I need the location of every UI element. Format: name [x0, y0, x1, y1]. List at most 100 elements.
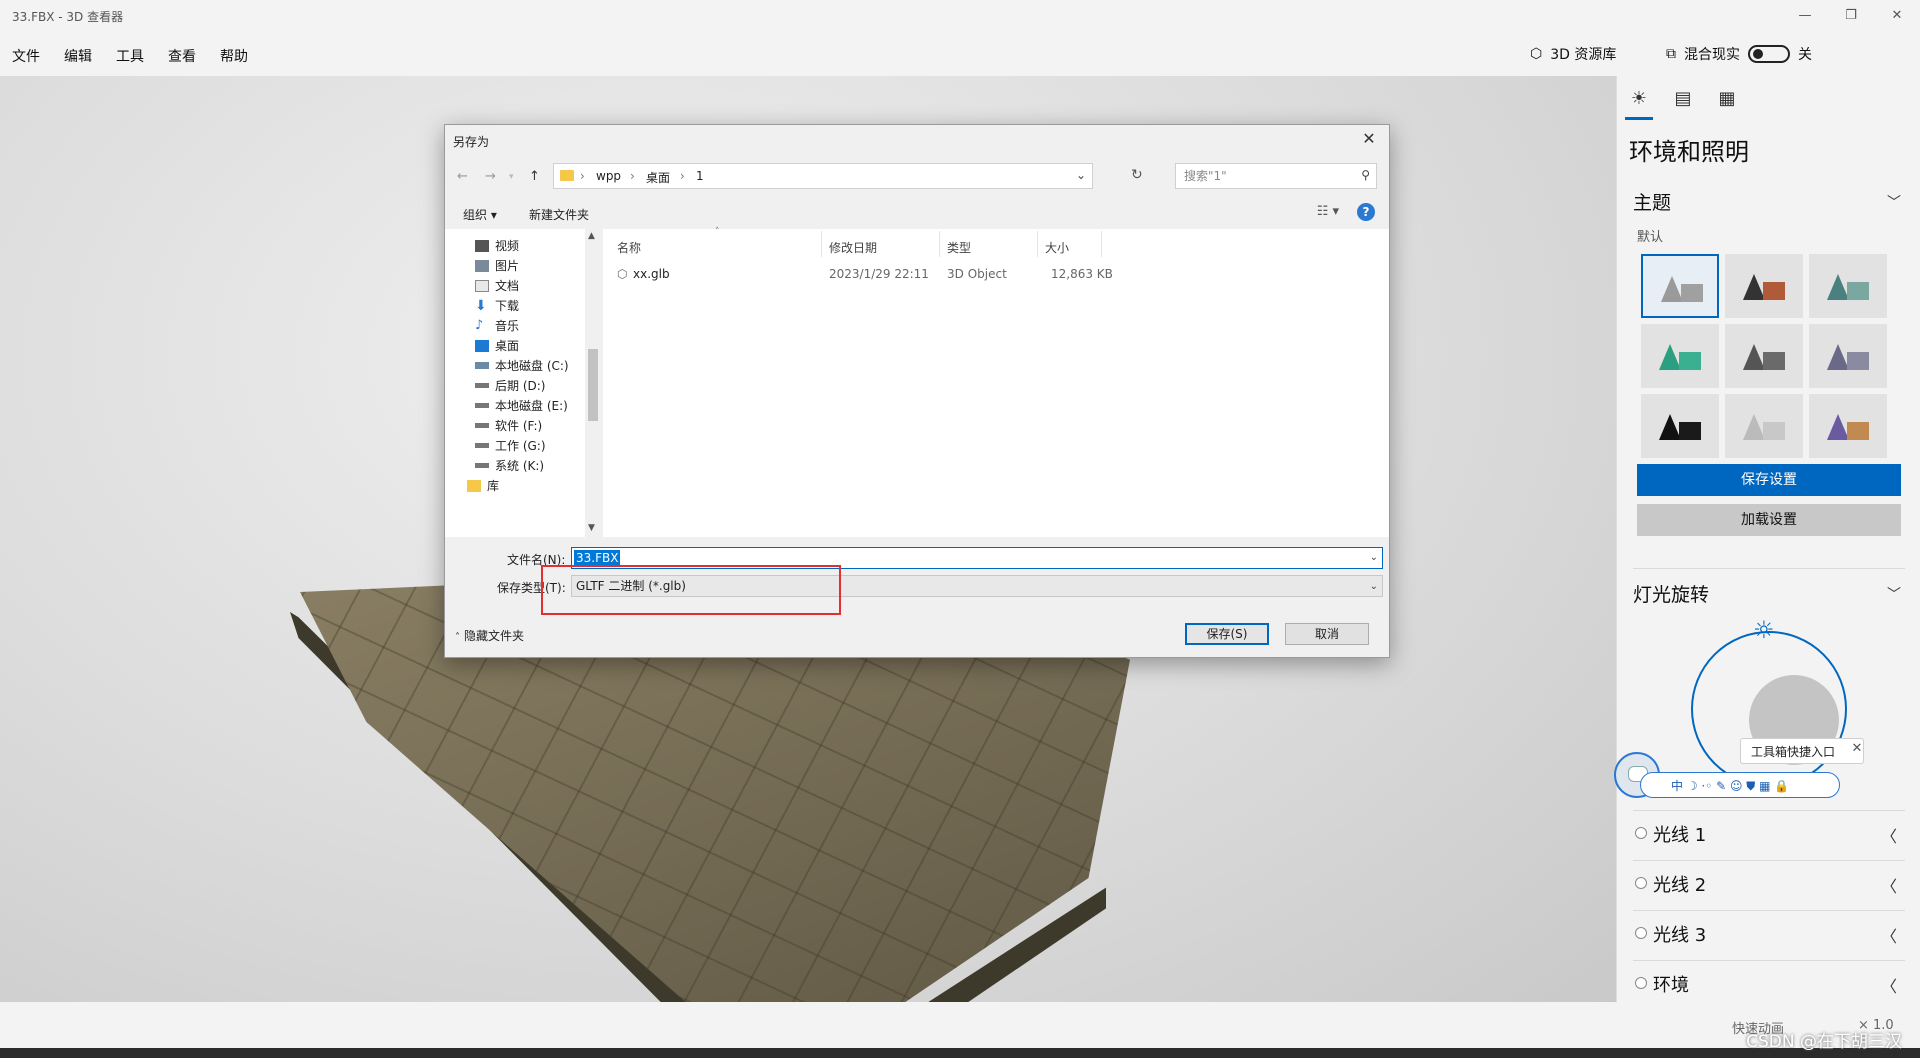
column-date[interactable]: 修改日期 — [829, 239, 877, 256]
theme-tile[interactable] — [1809, 324, 1887, 388]
nav-item-documents[interactable]: 文档 — [475, 277, 519, 294]
load-settings-button[interactable]: 加载设置 — [1637, 504, 1901, 536]
chevron-down-icon[interactable]: ﹀ — [1887, 192, 1901, 212]
theme-tile[interactable] — [1725, 394, 1803, 458]
menu-help[interactable]: 帮助 — [220, 46, 248, 66]
restore-button[interactable]: ❐ — [1828, 4, 1874, 28]
theme-tile[interactable] — [1641, 254, 1719, 318]
close-window-button[interactable]: ✕ — [1874, 4, 1920, 28]
save-button[interactable]: 保存(S) — [1185, 623, 1269, 645]
nav-item-drive-d[interactable]: 后期 (D:) — [475, 377, 545, 394]
scroll-thumb[interactable] — [588, 349, 598, 421]
cancel-button[interactable]: 取消 — [1285, 623, 1369, 645]
help-icon[interactable]: ? — [1357, 203, 1375, 221]
nav-item-pictures[interactable]: 图片 — [475, 257, 519, 274]
light-row-2[interactable]: 光线 2 〈 — [1633, 860, 1905, 909]
mixed-reality-label: 混合现实 — [1684, 47, 1740, 63]
file-list[interactable]: 名称 ˄ 修改日期 类型 大小 ⬡ xx.glb 2023/1/29 22:11… — [603, 227, 1389, 537]
forward-icon[interactable]: → — [485, 169, 496, 184]
theme-tile[interactable] — [1725, 324, 1803, 388]
nav-item-drive-e[interactable]: 本地磁盘 (E:) — [475, 397, 568, 414]
search-icon[interactable]: ⚲ — [1361, 168, 1370, 182]
theme-tile[interactable] — [1641, 324, 1719, 388]
nav-item-desktop[interactable]: 桌面 — [475, 337, 519, 354]
taskbar — [0, 1048, 1920, 1058]
search-input[interactable] — [1182, 164, 1346, 188]
light-3-radio[interactable] — [1635, 927, 1647, 939]
helper-toolbar[interactable]: 中 ☽ ·◦ ✎ ☺ ⛊ ▦ 🔒 — [1640, 772, 1840, 798]
dialog-bottom: 文件名(N): 33.FBX ⌄ 保存类型(T): GLTF 二进制 (*.gl… — [445, 537, 1389, 657]
nav-item-downloads[interactable]: ⬇ 下载 — [475, 297, 519, 314]
3d-library-button[interactable]: ⬡ 3D 资源库 — [1530, 44, 1616, 64]
sun-icon[interactable]: ☀ — [1625, 88, 1653, 120]
chevron-down-icon[interactable]: ﹀ — [1887, 584, 1901, 604]
menu-file[interactable]: 文件 — [12, 46, 40, 66]
breadcrumb-desktop[interactable]: 桌面 — [646, 169, 670, 186]
light-2-radio[interactable] — [1635, 877, 1647, 889]
theme-tile[interactable] — [1809, 254, 1887, 318]
theme-tile[interactable] — [1641, 394, 1719, 458]
back-icon[interactable]: ← — [457, 169, 468, 184]
light-row-3[interactable]: 光线 3 〈 — [1633, 910, 1905, 959]
chevron-down-icon[interactable]: ⌄ — [1370, 577, 1378, 597]
column-separator[interactable] — [1037, 231, 1038, 257]
file-type: 3D Object — [947, 267, 1007, 281]
theme-tile[interactable] — [1809, 394, 1887, 458]
dialog-close-button[interactable]: ✕ — [1355, 127, 1383, 151]
close-icon[interactable]: ✕ — [1849, 741, 1865, 756]
nav-item-drive-f[interactable]: 软件 (F:) — [475, 417, 542, 434]
light-1-radio[interactable] — [1635, 827, 1647, 839]
search-box[interactable]: ⚲ — [1175, 163, 1377, 189]
address-bar[interactable]: › wpp › 桌面 › 1 ⌄ — [553, 163, 1093, 189]
nav-scrollbar[interactable]: ▲ ▼ — [585, 229, 601, 537]
column-separator[interactable] — [821, 231, 822, 257]
helper-popup-label: 工具箱快捷入口 — [1751, 745, 1836, 759]
column-type[interactable]: 类型 — [947, 239, 971, 256]
nav-item-drive-c[interactable]: 本地磁盘 (C:) — [475, 357, 569, 374]
nav-item-library[interactable]: 库 — [467, 477, 499, 494]
hide-folders-toggle[interactable]: ˄ 隐藏文件夹 — [455, 627, 524, 644]
nav-item-label: 桌面 — [495, 339, 520, 353]
light-rotation-title[interactable]: 灯光旋转 — [1633, 580, 1709, 607]
column-separator[interactable] — [939, 231, 940, 257]
helper-popup[interactable]: 工具箱快捷入口 ✕ — [1740, 738, 1864, 764]
column-size[interactable]: 大小 — [1045, 239, 1069, 256]
menu-tools[interactable]: 工具 — [116, 46, 144, 66]
breadcrumb-wpp[interactable]: wpp — [596, 169, 621, 183]
chevron-left-icon[interactable]: 〈 — [1881, 973, 1897, 997]
chevron-left-icon[interactable]: 〈 — [1881, 873, 1897, 897]
theme-section-title[interactable]: 主题 — [1633, 188, 1671, 215]
nav-item-music[interactable]: ♪ 音乐 — [475, 317, 519, 334]
minimize-button[interactable]: — — [1782, 4, 1828, 28]
new-folder-button[interactable]: 新建文件夹 — [529, 206, 589, 223]
mixed-reality-toggle[interactable] — [1748, 45, 1790, 63]
chevron-down-icon[interactable]: ⌄ — [1076, 168, 1086, 182]
light-row-1[interactable]: 光线 1 〈 — [1633, 810, 1905, 859]
organize-button[interactable]: 组织 ▾ — [463, 206, 497, 223]
refresh-icon[interactable]: ↻ — [1131, 167, 1157, 191]
column-separator[interactable] — [1101, 231, 1102, 257]
menu-edit[interactable]: 编辑 — [64, 46, 92, 66]
nav-item-drive-g[interactable]: 工作 (G:) — [475, 437, 546, 454]
light-3-label: 光线 3 — [1653, 925, 1707, 946]
scroll-down-icon[interactable]: ▼ — [588, 523, 595, 533]
up-icon[interactable]: ↑ — [529, 169, 540, 184]
nav-item-videos[interactable]: 视频 — [475, 237, 519, 254]
menu-view[interactable]: 查看 — [168, 46, 196, 66]
breadcrumb-folder-1[interactable]: 1 — [696, 169, 704, 183]
3d-object-file-icon: ⬡ — [617, 267, 628, 281]
recent-chevron-icon[interactable]: ▾ — [509, 172, 514, 182]
chevron-left-icon[interactable]: 〈 — [1881, 923, 1897, 947]
theme-tile[interactable] — [1725, 254, 1803, 318]
stats-icon[interactable]: ▤ — [1671, 88, 1695, 112]
grid-icon[interactable]: ▦ — [1715, 88, 1739, 112]
chevron-down-icon[interactable]: ⌄ — [1370, 552, 1378, 563]
chevron-left-icon[interactable]: 〈 — [1881, 823, 1897, 847]
nav-item-drive-k[interactable]: 系统 (K:) — [475, 457, 544, 474]
save-settings-button[interactable]: 保存设置 — [1637, 464, 1901, 496]
ambient-radio[interactable] — [1635, 977, 1647, 989]
column-name[interactable]: 名称 — [617, 239, 641, 256]
view-options-icon[interactable]: ☷ ▾ — [1317, 204, 1339, 219]
navigation-row: ← → ▾ ↑ › wpp › 桌面 › 1 ⌄ ↻ ⚲ — [445, 159, 1389, 195]
scroll-up-icon[interactable]: ▲ — [588, 231, 595, 241]
